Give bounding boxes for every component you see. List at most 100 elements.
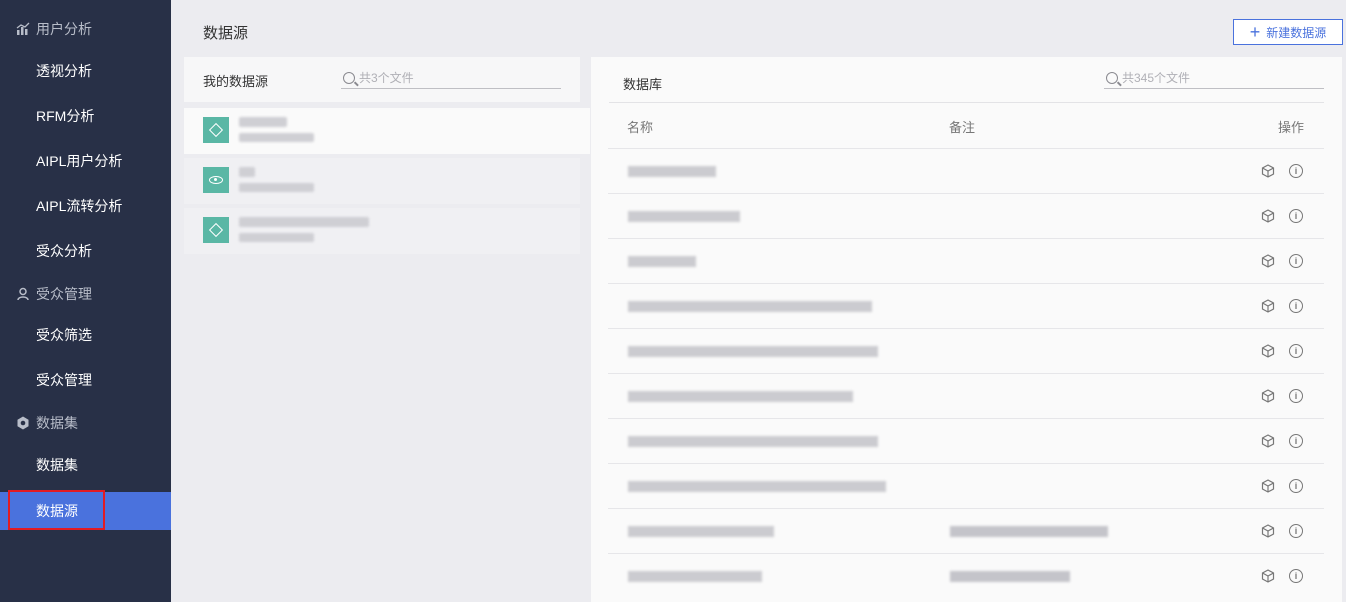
sidebar-item-label: 受众分析 [36,243,92,259]
my-datasources-search[interactable]: 共3个文件 [341,67,561,89]
sidebar-group-label: 数据集 [36,415,78,431]
my-datasources-title: 我的数据源 [203,74,269,89]
datasource-meta: ■■■ · ■■ [239,233,314,242]
sidebar-item-aipl-user-analysis[interactable]: AIPL用户分析 [0,142,171,180]
cube-icon[interactable] [1261,434,1275,448]
my-datasources-header: 我的数据源 共3个文件 [184,57,580,102]
row-name: adm_usrs_aaa_trde_cat_mon_bran_mag_dd [628,481,886,492]
row-name: adm_usrs_aaa_trde_cat_mon_mag_dd [628,391,853,402]
search-icon [343,71,355,84]
sidebar-item-aipl-flow-analysis[interactable]: AIPL流转分析 [0,187,171,225]
table-row[interactable]: adm_usrs_aaa_prod_df 人群数据描述信息说明 i [608,508,1324,553]
sidebar-item-label: 受众筛选 [36,327,92,343]
sidebar-group-user-analysis[interactable]: 用户分析 [0,17,171,41]
search-icon [1106,71,1118,84]
new-datasource-button[interactable]: + 新建数据源 [1233,19,1343,45]
hexagon-icon [16,416,30,430]
row-name: a_user_info [628,256,696,267]
column-header-remark: 备注 [949,120,976,135]
info-icon[interactable]: i [1289,344,1303,358]
sidebar-group-audience-management[interactable]: 受众管理 [0,282,171,306]
search-placeholder: 共3个文件 [359,71,414,85]
table-row[interactable]: adm_usrs_aaa_trde_cat_mon_bran_sku_dd i [608,418,1324,463]
sidebar-item-pivot-analysis[interactable]: 透视分析 [0,52,171,90]
datasource-item[interactable]: ■■■■■■■■■■■■ ■■■ · ■■ [184,208,580,254]
cube-icon[interactable] [1261,389,1275,403]
sidebar-item-label: 数据集 [36,457,78,473]
table-row[interactable]: adm_usrs_aaa_trde_cat_mon_cnt_sku_dd i [608,283,1324,328]
page-title: 数据源 [203,25,249,42]
cube-icon[interactable] [1261,569,1275,583]
sidebar-item-label: RFM分析 [36,108,95,124]
new-datasource-label: 新建数据源 [1266,25,1327,40]
sidebar-item-audience-analysis[interactable]: 受众分析 [0,232,171,270]
table-row[interactable]: adm_usrs_aaa_trde_cat_mon_cnt_mag_dd i [608,328,1324,373]
table-row[interactable]: adm_usrs_aaa_trde_cat_mon_mag_dd i [608,373,1324,418]
row-name: a_trans_user_detail [628,211,740,222]
divider [609,102,1324,103]
database-search[interactable]: 共345个文件 [1104,67,1324,89]
sidebar-item-datasource[interactable]: 数据源 [0,490,171,530]
sidebar-group-label: 用户分析 [36,21,92,37]
sidebar-item-audience-management[interactable]: 受众管理 [0,361,171,399]
datasource-item[interactable]: ■■■■■ ■■■ · ■■ [184,108,590,154]
datasource-tile [203,117,229,143]
sidebar-group-label: 受众管理 [36,286,92,302]
table-row[interactable]: adm_usrs_aaa_su_df 人群数据描述信息 i [608,553,1324,598]
info-icon[interactable]: i [1289,299,1303,313]
row-name: a_trans_detail [628,166,716,177]
table-row[interactable]: a_trans_user_detail i [608,193,1324,238]
datasource-meta: ■■■ · ■■ [239,183,314,192]
cube-icon[interactable] [1261,209,1275,223]
info-icon[interactable]: i [1289,164,1303,178]
sidebar-item-label: 透视分析 [36,63,92,79]
database-title: 数据库 [623,77,663,92]
table-row[interactable]: a_trans_detail i [608,148,1324,193]
info-icon[interactable]: i [1289,434,1303,448]
sidebar-item-dataset[interactable]: 数据集 [0,446,171,484]
column-header-actions: 操作 [1278,120,1305,135]
datasource-tile [203,217,229,243]
row-name: adm_usrs_aaa_prod_df [628,526,774,537]
info-icon[interactable]: i [1289,569,1303,583]
cube-icon[interactable] [1261,479,1275,493]
cube-icon[interactable] [1261,299,1275,313]
datasource-name: ■■ [239,167,255,177]
search-placeholder: 共345个文件 [1122,71,1191,85]
user-icon [16,287,30,301]
info-icon[interactable]: i [1289,524,1303,538]
datasource-meta: ■■■ · ■■ [239,133,314,142]
sidebar-group-dataset[interactable]: 数据集 [0,411,171,435]
sidebar-item-label: 受众管理 [36,372,92,388]
diamond-icon [208,222,224,238]
cube-icon[interactable] [1261,254,1275,268]
row-remark: 人群数据描述信息 [950,571,1070,582]
sidebar-item-audience-filter[interactable]: 受众筛选 [0,316,171,354]
eye-icon [209,176,223,184]
cube-icon[interactable] [1261,164,1275,178]
table-row[interactable]: a_user_info i [608,238,1324,283]
cube-icon[interactable] [1261,524,1275,538]
highlight-box [8,490,105,530]
info-icon[interactable]: i [1289,254,1303,268]
row-remark: 人群数据描述信息说明 [950,526,1108,537]
bar-chart-icon [16,22,30,36]
sidebar-item-rfm-analysis[interactable]: RFM分析 [0,97,171,135]
cube-icon[interactable] [1261,344,1275,358]
column-header-name: 名称 [627,120,654,135]
sidebar-item-label: AIPL用户分析 [36,153,123,169]
sidebar-item-label: AIPL流转分析 [36,198,123,214]
datasource-name: ■■■■■■■■■■■■ [239,217,369,227]
row-name: adm_usrs_aaa_su_df [628,571,762,582]
info-icon[interactable]: i [1289,479,1303,493]
row-name: adm_usrs_aaa_trde_cat_mon_cnt_mag_dd [628,346,878,357]
table-row[interactable]: adm_usrs_aaa_trde_cat_mon_bran_mag_dd i [608,463,1324,508]
diamond-icon [208,122,224,138]
row-name: adm_usrs_aaa_trde_cat_mon_cnt_sku_dd [628,301,872,312]
info-icon[interactable]: i [1289,209,1303,223]
datasource-tile [203,167,229,193]
database-panel: 数据库 共345个文件 名称 备注 操作 a_trans_detailia_tr… [591,57,1342,602]
plus-icon: + [1249,22,1261,42]
info-icon[interactable]: i [1289,389,1303,403]
datasource-item[interactable]: ■■ ■■■ · ■■ [184,158,580,204]
